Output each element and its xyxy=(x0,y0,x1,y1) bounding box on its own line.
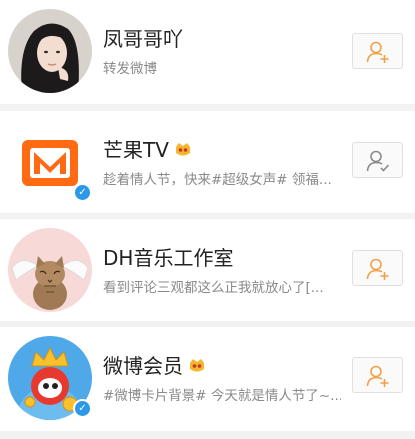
user-name[interactable]: 凤哥哥吖 xyxy=(103,27,183,51)
list-item[interactable]: ✓ 微博会员 #微博卡片背景# 今天就是情人节了~... xyxy=(0,327,415,431)
following-button[interactable] xyxy=(352,142,403,178)
verified-icon: ✓ xyxy=(73,399,92,418)
user-description: #微博卡片背景# 今天就是情人节了~... xyxy=(103,388,341,404)
vip-badge-icon xyxy=(175,142,190,155)
list-item[interactable]: ✓ 芒果TV 趁着情人节，快来#超级女声# 领福... xyxy=(0,111,415,213)
add-user-icon xyxy=(366,258,389,280)
vip-badge-icon xyxy=(190,358,204,371)
avatar[interactable] xyxy=(8,9,92,93)
user-name[interactable]: 微博会员 xyxy=(103,354,206,378)
add-user-icon xyxy=(366,41,389,63)
girl-portrait-avatar-icon xyxy=(8,9,92,93)
user-following-icon xyxy=(366,150,390,172)
verified-icon: ✓ xyxy=(73,183,92,202)
user-name[interactable]: DH音乐工作室 xyxy=(103,246,233,270)
add-follow-button[interactable] xyxy=(352,250,403,286)
add-follow-button[interactable] xyxy=(352,33,403,69)
follow-list: 凤哥哥吖 转发微博 ✓ 芒果TV 趁着情人节，快来#超级女声# 领福... DH… xyxy=(0,0,415,439)
list-item[interactable]: DH音乐工作室 看到评论三观都这么正我就放心了[... xyxy=(0,219,415,321)
user-description: 看到评论三观都这么正我就放心了[... xyxy=(103,280,324,296)
list-item[interactable]: 凤哥哥吖 转发微博 xyxy=(0,0,415,104)
user-name[interactable]: 芒果TV xyxy=(103,138,192,162)
user-description: 转发微博 xyxy=(103,61,157,77)
avatar[interactable] xyxy=(8,228,92,312)
user-description: 趁着情人节，快来#超级女声# 领福... xyxy=(103,172,332,188)
add-user-icon xyxy=(366,365,389,387)
winged-cat-avatar-icon xyxy=(8,228,92,312)
add-follow-button[interactable] xyxy=(352,357,403,393)
